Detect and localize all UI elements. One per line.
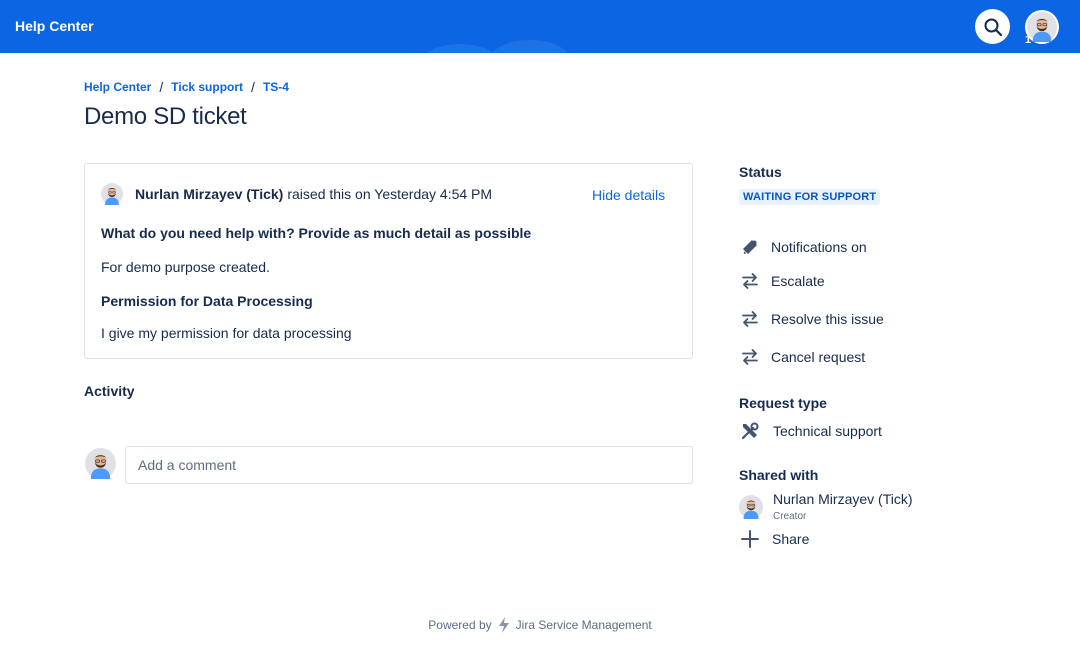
- reporter-avatar: [101, 183, 123, 205]
- reporter-name: Nurlan Mirzayev (Tick): [135, 186, 284, 202]
- cancel-request-action[interactable]: Cancel request: [739, 346, 865, 368]
- field-label: What do you need help with? Provide as m…: [101, 225, 532, 241]
- search-icon: [984, 18, 1002, 36]
- breadcrumb-separator: /: [251, 79, 255, 95]
- top-navigation-bar: Help Center 1: [0, 0, 1080, 53]
- jira-service-management-logo: [496, 616, 512, 634]
- escalate-action[interactable]: Escalate: [739, 270, 825, 292]
- notifications-label: Notifications on: [771, 239, 867, 255]
- breadcrumb-help-center[interactable]: Help Center: [84, 80, 151, 94]
- request-type-label: Request type: [739, 395, 827, 411]
- arrows-swap-icon: [739, 270, 761, 292]
- shared-user-role: Creator: [773, 511, 807, 522]
- powered-by-text: Powered by: [428, 618, 492, 632]
- page-title: Demo SD ticket: [84, 103, 247, 130]
- user-avatar: [739, 495, 763, 519]
- header-decoration: [420, 44, 500, 53]
- shared-user: Nurlan Mirzayev (Tick) Creator: [739, 491, 913, 522]
- megaphone-icon: [739, 236, 761, 258]
- request-type-text: Technical support: [773, 423, 882, 439]
- footer: Powered by Jira Service Management: [0, 616, 1080, 634]
- breadcrumb-separator: /: [159, 79, 164, 95]
- arrows-swap-icon: [739, 346, 761, 368]
- activity-heading: Activity: [84, 383, 135, 399]
- notifications-toggle[interactable]: Notifications on: [739, 236, 867, 258]
- resolve-label: Resolve this issue: [771, 311, 884, 327]
- product-name: Jira Service Management: [515, 618, 652, 632]
- status-label: Status: [739, 164, 782, 180]
- reporter-row: Nurlan Mirzayev (Tick) raised this on Ye…: [101, 183, 492, 205]
- field-label: Permission for Data Processing: [101, 293, 313, 309]
- escalate-label: Escalate: [771, 273, 825, 289]
- reporter-meta: raised this on Yesterday 4:54 PM: [287, 186, 493, 202]
- field-value: For demo purpose created.: [101, 259, 270, 275]
- hide-details-button[interactable]: Hide details: [592, 187, 665, 203]
- comment-input[interactable]: [125, 446, 693, 484]
- breadcrumb: Help Center / Tick support / TS-4: [84, 79, 289, 95]
- resolve-action[interactable]: Resolve this issue: [739, 308, 884, 330]
- shared-user-name: Nurlan Mirzayev (Tick): [773, 491, 913, 507]
- field-value: I give my permission for data processing: [101, 325, 352, 341]
- notification-count-badge: 1: [1025, 34, 1032, 46]
- breadcrumb-ticket-key[interactable]: TS-4: [263, 80, 289, 94]
- breadcrumb-tick-support[interactable]: Tick support: [171, 80, 243, 94]
- request-details-card: Nurlan Mirzayev (Tick) raised this on Ye…: [84, 163, 693, 359]
- share-label: Share: [772, 531, 810, 547]
- help-center-link[interactable]: Help Center: [15, 18, 94, 34]
- arrows-swap-icon: [739, 308, 761, 330]
- tools-icon: [739, 420, 761, 442]
- cancel-request-label: Cancel request: [771, 349, 866, 365]
- plus-icon: [739, 528, 761, 550]
- user-avatar: [85, 448, 116, 479]
- header-decoration: [490, 40, 570, 53]
- shared-with-label: Shared with: [739, 467, 819, 483]
- request-type-value: Technical support: [739, 420, 882, 442]
- share-button[interactable]: Share: [739, 528, 809, 550]
- search-button[interactable]: [975, 9, 1010, 44]
- status-badge: WAITING FOR SUPPORT: [739, 189, 881, 205]
- user-avatar: [1027, 12, 1057, 42]
